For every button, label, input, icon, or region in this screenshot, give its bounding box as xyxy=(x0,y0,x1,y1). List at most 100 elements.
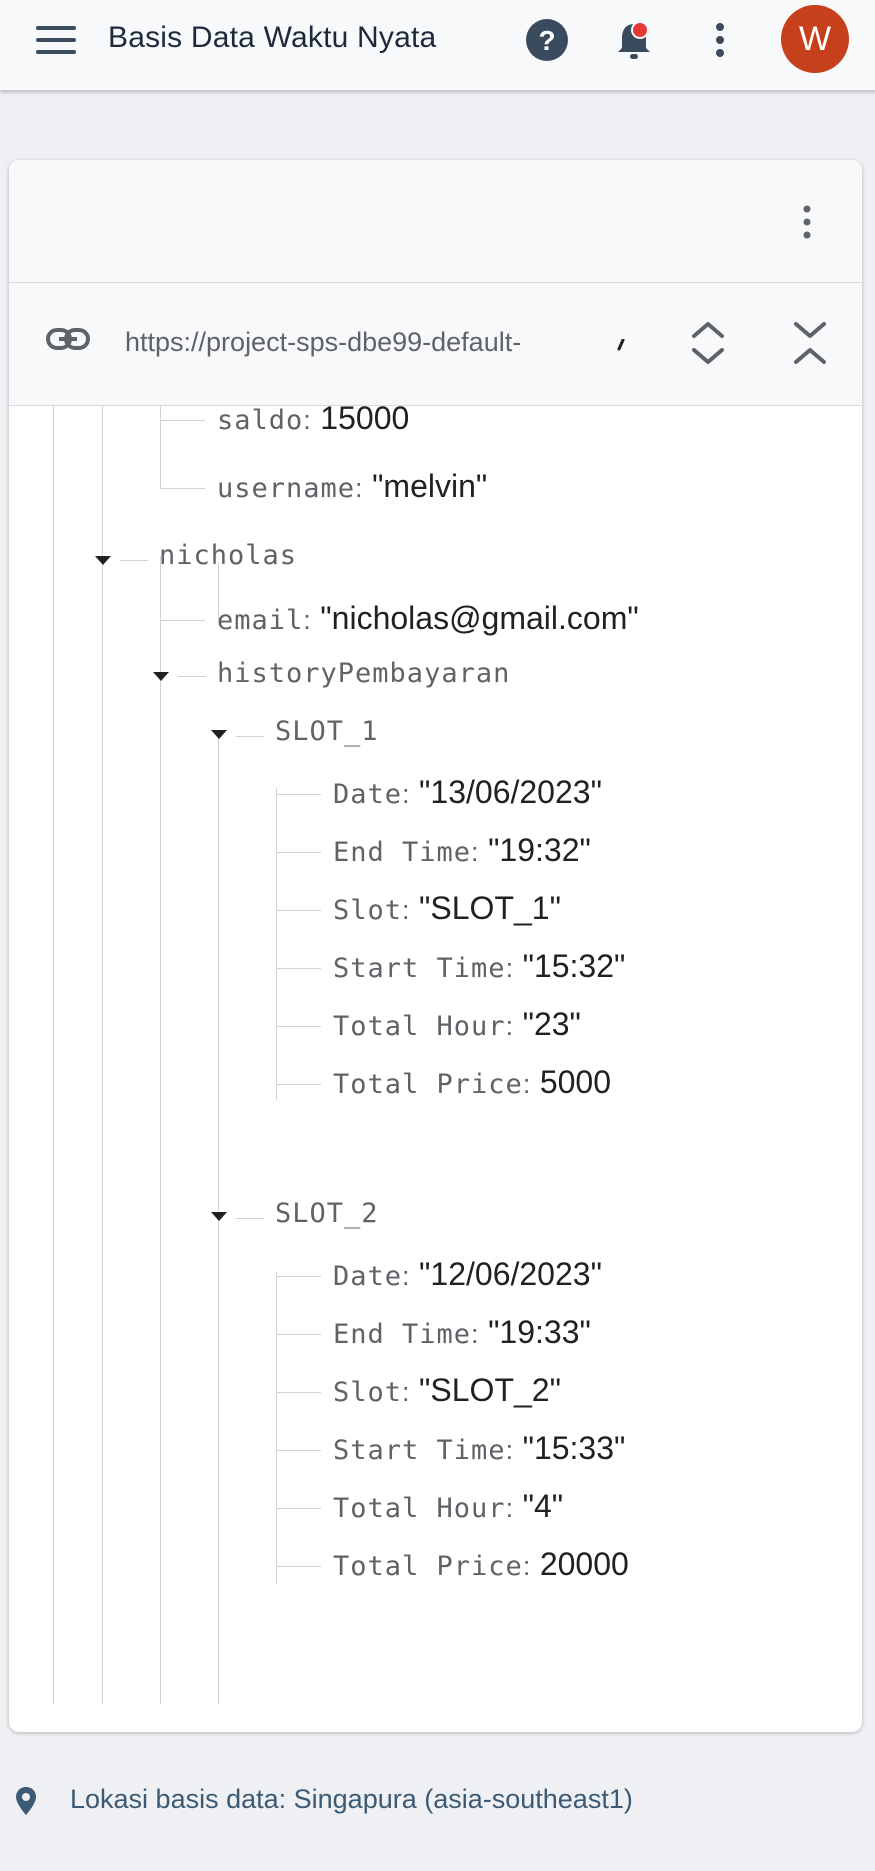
node-value: "nicholas@gmail.com" xyxy=(320,600,639,636)
tree-connector xyxy=(160,488,205,489)
expand-all-icon[interactable] xyxy=(685,319,731,367)
node-key: SLOT_2 xyxy=(275,1198,379,1229)
collapse-toggle-icon[interactable] xyxy=(211,730,227,739)
notification-bell-icon[interactable] xyxy=(614,18,654,62)
node-value: "melvin" xyxy=(372,468,488,504)
node-key: Slot xyxy=(333,1377,403,1408)
tree-leaf[interactable]: Total Hour: "23" xyxy=(333,1006,581,1043)
svg-text:?: ? xyxy=(538,25,555,56)
app-bar: Basis Data Waktu Nyata ? W xyxy=(0,0,875,91)
tree-connector xyxy=(276,1566,321,1567)
tree-connector xyxy=(178,676,206,677)
node-value: 15000 xyxy=(320,400,410,436)
tree-guide xyxy=(160,556,161,1704)
node-value: "19:33" xyxy=(488,1314,591,1350)
node-key: Total Hour xyxy=(333,1011,506,1042)
tree-leaf[interactable]: username: "melvin" xyxy=(217,468,487,505)
tree-node-slot-2[interactable]: SLOT_2 xyxy=(275,1198,379,1229)
tree-guide xyxy=(276,788,277,1100)
tree-leaf[interactable]: saldo: 15000 xyxy=(217,400,409,437)
node-key: nicholas xyxy=(159,540,298,571)
tree-connector xyxy=(160,620,205,621)
tree-leaf[interactable]: Start Time: "15:32" xyxy=(333,948,625,985)
collapse-all-icon[interactable] xyxy=(787,319,833,367)
tree-guide xyxy=(276,1272,277,1584)
node-key: Total Price xyxy=(333,1551,523,1582)
tree-leaf[interactable]: Total Price: 20000 xyxy=(333,1546,629,1583)
tree-leaf[interactable]: Date: "13/06/2023" xyxy=(333,774,602,811)
tree-connector xyxy=(276,910,321,911)
collapse-toggle-icon[interactable] xyxy=(95,556,111,565)
tree-connector xyxy=(276,968,321,969)
tree-leaf[interactable]: Date: "12/06/2023" xyxy=(333,1256,602,1293)
node-value: 20000 xyxy=(539,1546,629,1582)
database-location: Lokasi basis data: Singapura (asia-south… xyxy=(70,1784,633,1814)
tree-leaf[interactable]: Slot: "SLOT_2" xyxy=(333,1372,561,1409)
tree-leaf[interactable]: End Time: "19:33" xyxy=(333,1314,591,1351)
tree-connector xyxy=(276,1392,321,1393)
database-location-footer: Lokasi basis data: Singapura (asia-south… xyxy=(0,1780,875,1820)
node-value: "SLOT_1" xyxy=(419,890,561,926)
tree-guide xyxy=(102,406,103,1704)
tree-connector xyxy=(276,1508,321,1509)
page-title: Basis Data Waktu Nyata xyxy=(108,21,437,54)
tree-leaf[interactable]: email: "nicholas@gmail.com" xyxy=(217,600,639,637)
node-value: "15:33" xyxy=(522,1430,626,1466)
tree-guide xyxy=(53,406,54,1704)
tree-connector xyxy=(120,560,148,561)
database-url[interactable]: https://project-sps-dbe99-default- xyxy=(125,327,585,358)
tree-node-slot-1[interactable]: SLOT_1 xyxy=(275,716,379,747)
node-value: "SLOT_2" xyxy=(419,1372,561,1408)
node-key: End Time xyxy=(333,837,472,868)
node-value: "13/06/2023" xyxy=(419,774,602,810)
tree-connector xyxy=(276,794,321,795)
url-bar: https://project-sps-dbe99-default- xyxy=(9,283,862,406)
tree-connector xyxy=(276,852,321,853)
collapse-toggle-icon[interactable] xyxy=(211,1212,227,1221)
node-key: SLOT_1 xyxy=(275,716,379,747)
node-key: email xyxy=(217,605,304,636)
node-key: username xyxy=(217,473,356,504)
node-key: End Time xyxy=(333,1319,472,1350)
tree-connector xyxy=(236,1218,264,1219)
tree-connector xyxy=(236,736,264,737)
tree-leaf[interactable]: Slot: "SLOT_1" xyxy=(333,890,561,927)
node-key: Total Hour xyxy=(333,1493,506,1524)
tree-connector xyxy=(276,1276,321,1277)
node-key: historyPembayaran xyxy=(217,658,511,689)
tree-node-history-pembayaran[interactable]: historyPembayaran xyxy=(217,658,510,689)
node-key: Start Time xyxy=(333,1435,506,1466)
card-header xyxy=(9,160,862,283)
tree-guide xyxy=(160,406,161,488)
tree-connector xyxy=(276,1334,321,1335)
location-pin-icon xyxy=(16,1787,36,1815)
tree-leaf[interactable]: End Time: "19:32" xyxy=(333,832,591,869)
more-vert-icon[interactable] xyxy=(710,18,730,62)
tree-connector xyxy=(276,1026,321,1027)
data-tree: saldo: 15000 username: "melvin" nicholas… xyxy=(9,400,862,1732)
node-value: "12/06/2023" xyxy=(419,1256,602,1292)
node-value: "15:32" xyxy=(522,948,626,984)
node-key: Total Price xyxy=(333,1069,523,1100)
tree-leaf[interactable]: Total Hour: "4" xyxy=(333,1488,563,1525)
database-card: https://project-sps-dbe99-default- saldo… xyxy=(9,160,862,1732)
node-value: "4" xyxy=(522,1488,564,1524)
node-key: Start Time xyxy=(333,953,506,984)
node-key: saldo xyxy=(217,405,304,436)
tree-leaf[interactable]: Total Price: 5000 xyxy=(333,1064,611,1101)
node-key: Slot xyxy=(333,895,403,926)
node-value: 5000 xyxy=(539,1064,612,1100)
avatar[interactable]: W xyxy=(781,5,849,73)
help-icon[interactable]: ? xyxy=(525,18,569,62)
node-value: "19:32" xyxy=(488,832,591,868)
menu-icon[interactable] xyxy=(36,26,76,56)
tree-node-nicholas[interactable]: nicholas xyxy=(159,540,297,571)
tree-leaf[interactable]: Start Time: "15:33" xyxy=(333,1430,625,1467)
link-icon xyxy=(46,328,90,350)
tree-connector xyxy=(276,1450,321,1451)
node-key: Date xyxy=(333,1261,403,1292)
node-key: Date xyxy=(333,779,403,810)
collapse-toggle-icon[interactable] xyxy=(153,672,169,681)
tree-connector xyxy=(276,1084,321,1085)
more-vert-icon[interactable] xyxy=(797,200,817,244)
